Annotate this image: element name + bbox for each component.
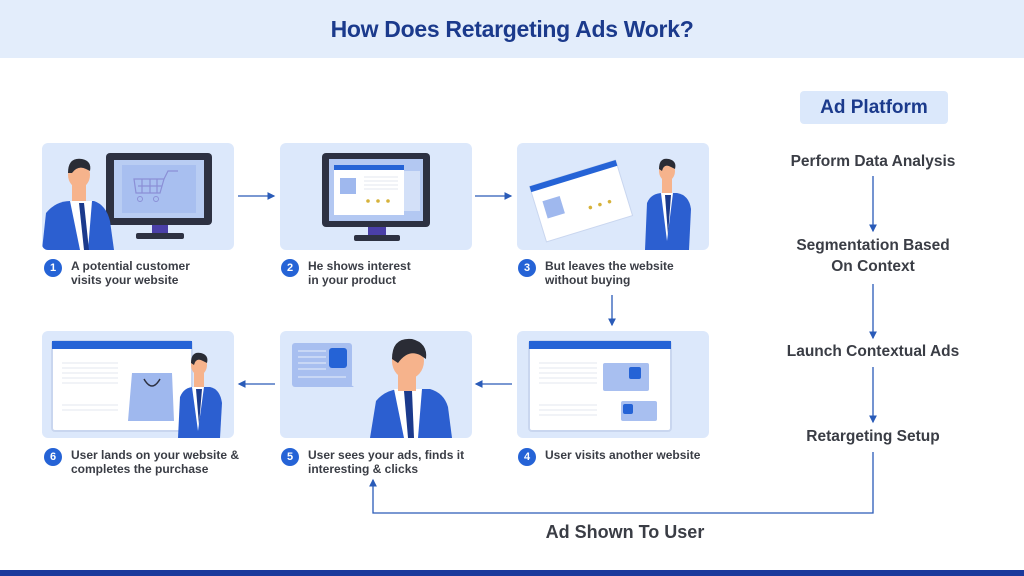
connector-layer <box>237 176 877 514</box>
footer-bar <box>0 570 1024 576</box>
arrow-ad-shown-loop <box>369 452 874 514</box>
